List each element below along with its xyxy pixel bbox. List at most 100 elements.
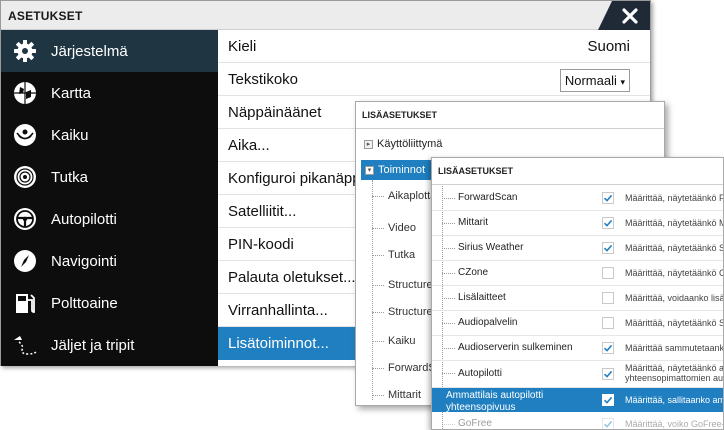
sidebar-item-polttoaine[interactable]: Polttoaine (1, 282, 218, 324)
sidebar-item-autopilotti[interactable]: Autopilotti (1, 198, 218, 240)
option-checkbox[interactable] (602, 418, 614, 429)
expand-icon[interactable]: ▸ (364, 139, 373, 149)
option-sirius-weather[interactable]: Sirius Weather Määrittää, näytetäänkö Si… (432, 236, 723, 261)
sidebar-item-jaljet-ja-tripit[interactable]: Jäljet ja tripit (1, 324, 218, 366)
tree-item-structurescan[interactable]: StructureS (372, 304, 440, 320)
trail-icon (11, 331, 39, 359)
tree-item-label: Mittarit (388, 389, 421, 401)
option-name-line: yhteensopivuus (446, 401, 516, 413)
sidebar-item-kaiku[interactable]: Kaiku (1, 114, 218, 156)
option-audioserverin-sulkeminen[interactable]: Audioserverin sulkeminen Määrittää sammu… (432, 336, 723, 361)
tree-item-label: Käyttöliittymä (377, 138, 443, 150)
option-description: Määrittää, näytetäänkö Mittarit (625, 218, 723, 228)
row-label: Aika... (228, 136, 270, 154)
checkmark-icon (603, 370, 613, 378)
sidebar-item-navigointi[interactable]: Navigointi (1, 240, 218, 282)
option-description: Määrittää, voidaanko lisälaitteet (625, 293, 723, 303)
tree-item-structure[interactable]: Structure (372, 277, 433, 293)
option-description: Määrittää, näytetäänkö CZone (625, 268, 723, 278)
tree-item-label: Tutka (388, 249, 416, 261)
option-name: Mittarit (458, 217, 488, 228)
option-czone[interactable]: CZone Määrittää, näytetäänkö CZone (432, 261, 723, 286)
option-name: Audiopalvelin (458, 317, 518, 328)
tree-item-tutka[interactable]: Tutka (372, 247, 415, 263)
option-description-line: yhteensopimattomien autopilottien (625, 373, 724, 384)
close-button[interactable] (598, 1, 650, 30)
divider (356, 128, 664, 129)
row-label: Palauta oletukset... (228, 268, 356, 286)
compass-icon (11, 247, 39, 275)
option-description: Määrittää, näytetäänkö Sonic Hub (625, 318, 723, 328)
title-bar: ASETUKSET (1, 1, 650, 30)
panel-title: LISÄASETUKSET (438, 166, 514, 176)
option-checkbox[interactable] (602, 342, 614, 354)
sidebar-item-label: Tutka (51, 168, 88, 186)
chart-icon (11, 79, 39, 107)
option-checkbox[interactable] (602, 394, 614, 406)
checkmark-icon (603, 219, 613, 227)
option-checkbox[interactable] (602, 292, 614, 304)
option-autopilotti[interactable]: Autopilotti Määrittää, näytetäänkö autop… (432, 361, 724, 388)
fuel-pump-icon (11, 289, 39, 317)
option-gofree[interactable]: GoFree Määrittää, voiko GoFree-m (432, 412, 723, 429)
checkmark-icon (603, 244, 613, 252)
divider (432, 184, 723, 185)
sidebar: Järjestelmä Kartta Kaiku Tutka Autopilot… (1, 30, 218, 366)
option-checkbox[interactable] (602, 242, 614, 254)
option-audiopalvelin[interactable]: Audiopalvelin Määrittää, näytetäänkö Son… (432, 311, 723, 336)
tree-item-toiminnot[interactable]: ▾ Toiminnot (361, 160, 431, 180)
option-forwardscan[interactable]: ForwardScan Määrittää, näytetäänkö Forwa… (432, 186, 723, 211)
option-name: GoFree (458, 418, 492, 429)
window-title: ASETUKSET (8, 9, 83, 23)
option-name: ForwardScan (458, 192, 518, 203)
close-icon (622, 7, 638, 24)
tree-item-label: Aikaplotta (388, 190, 437, 202)
row-kieli[interactable]: Kieli Suomi (218, 30, 650, 63)
option-description: Määrittää, näytetäänkö ForwardScan (625, 193, 723, 203)
sidebar-item-label: Polttoaine (51, 294, 118, 312)
tree-item-video[interactable]: Video (372, 220, 416, 236)
sidebar-item-label: Järjestelmä (51, 42, 128, 60)
tree-item-kayttoliittyma[interactable]: ▸ Käyttöliittymä (364, 135, 442, 153)
option-name: Autopilotti (458, 368, 502, 379)
checkmark-icon (603, 344, 613, 352)
sidebar-item-label: Jäljet ja tripit (51, 336, 135, 354)
option-checkbox[interactable] (602, 368, 614, 380)
panel-title: LISÄASETUKSET (362, 110, 438, 120)
row-label: Satelliitit... (228, 202, 297, 220)
option-lisalaitteet[interactable]: Lisälaitteet Määrittää, voidaanko lisäla… (432, 286, 723, 311)
collapse-icon[interactable]: ▾ (365, 165, 374, 175)
tree-item-label: Video (388, 222, 416, 234)
tree-item-label: Kaiku (388, 335, 416, 347)
option-name: Lisälaitteet (458, 292, 506, 303)
row-label: Virranhallinta... (228, 301, 328, 319)
text-size-dropdown[interactable]: Normaali ▾ (559, 69, 630, 92)
checkmark-icon (603, 396, 613, 404)
option-checkbox[interactable] (602, 217, 614, 229)
option-name: CZone (458, 267, 489, 278)
feature-options-panel: LISÄASETUKSET ForwardScan Määrittää, näy… (431, 157, 724, 430)
echo-icon (11, 121, 39, 149)
checkmark-icon (603, 420, 613, 428)
option-checkbox[interactable] (602, 192, 614, 204)
sidebar-item-label: Kaiku (51, 126, 89, 144)
option-ammattilais-autopilotti[interactable]: Ammattilais autopilotti yhteensopivuus M… (432, 388, 723, 413)
tree-item-mittarit[interactable]: Mittarit (372, 387, 421, 403)
tree-item-aikaplotta[interactable]: Aikaplotta (372, 188, 436, 204)
sidebar-item-tutka[interactable]: Tutka (1, 156, 218, 198)
sidebar-item-kartta[interactable]: Kartta (1, 72, 218, 114)
sidebar-item-jarjestelma[interactable]: Järjestelmä (1, 30, 218, 72)
option-name: Audioserverin sulkeminen (458, 342, 573, 353)
row-label: Tekstikoko (228, 70, 299, 88)
option-mittarit[interactable]: Mittarit Määrittää, näytetäänkö Mittarit (432, 211, 723, 236)
row-tekstikoko[interactable]: Tekstikoko Normaali ▾ (218, 63, 650, 96)
tree-item-kaiku[interactable]: Kaiku (372, 333, 416, 349)
option-checkbox[interactable] (602, 267, 614, 279)
tree-item-label: Structure (388, 279, 433, 291)
steering-wheel-icon (11, 205, 39, 233)
sidebar-item-label: Navigointi (51, 252, 117, 270)
radar-icon (11, 163, 39, 191)
row-label: Lisätoiminnot... (228, 334, 329, 352)
option-checkbox[interactable] (602, 317, 614, 329)
checkmark-icon (603, 194, 613, 202)
